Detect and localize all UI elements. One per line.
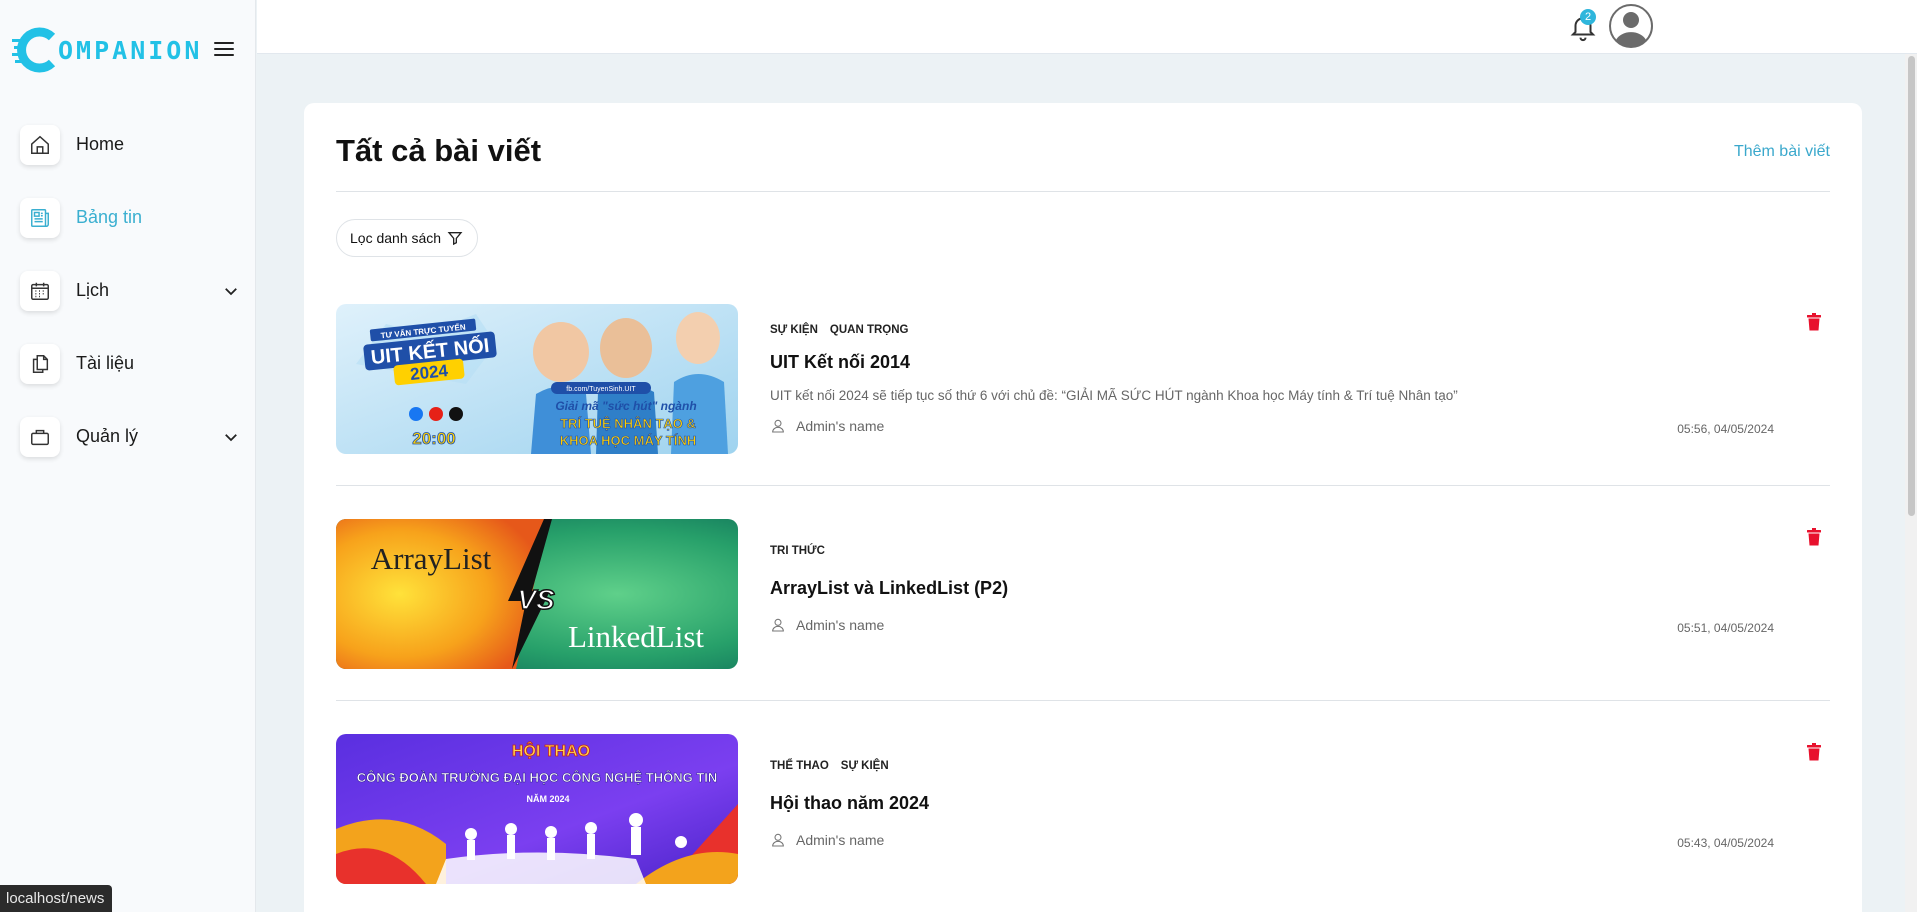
- chevron-down-icon[interactable]: [222, 428, 240, 446]
- documents-icon: [20, 343, 60, 384]
- filter-list-button[interactable]: Lọc danh sách: [336, 219, 479, 257]
- logo-mark-icon: [12, 23, 66, 77]
- sidebar-item-news[interactable]: Bảng tin: [20, 181, 240, 254]
- posts-card: Tất cả bài viết Thêm bài viết Lọc danh s…: [304, 103, 1862, 912]
- scrollbar-thumb[interactable]: [1908, 56, 1915, 516]
- thumb-right-text: LinkedList: [568, 619, 704, 654]
- thumb-bottom-text: NĂM 2024: [526, 794, 569, 804]
- companion-logo[interactable]: OMPANION: [12, 22, 202, 78]
- post-date: 05:56, 04/05/2024: [1677, 422, 1774, 436]
- post-title[interactable]: UIT Kết nối 2014: [770, 352, 910, 373]
- trash-icon[interactable]: [1806, 743, 1822, 761]
- post-tag[interactable]: QUAN TRỌNG: [830, 324, 909, 336]
- banner-year-text: 2024: [409, 361, 449, 384]
- banner-subject2-text: KHOA HỌC MÁY TÍNH: [560, 433, 697, 448]
- author-name: Admin's name: [796, 832, 885, 848]
- avatar[interactable]: [1609, 4, 1653, 48]
- filter-icon: [447, 232, 463, 246]
- post-item: ArrayList VS LinkedList TRI THỨC ArrayLi…: [336, 519, 1830, 671]
- post-title[interactable]: Hội thao năm 2024: [770, 793, 929, 814]
- banner-slogan-text: Giải mã "sức hút" ngành: [555, 399, 696, 413]
- sidebar-item-management[interactable]: Quản lý: [20, 400, 240, 473]
- post-item: TƯ VẤN TRỰC TUYẾN UIT KẾT NỐI 2024 20:00…: [336, 304, 1830, 456]
- post-thumbnail[interactable]: ArrayList VS LinkedList: [336, 519, 738, 669]
- add-post-link[interactable]: Thêm bài viết: [1734, 143, 1830, 161]
- sidebar-item-label: Home: [76, 134, 125, 154]
- post-date: 05:43, 04/05/2024: [1677, 836, 1774, 850]
- divider: [336, 700, 1830, 701]
- post-author: Admin's name: [770, 418, 884, 434]
- post-tag[interactable]: THỂ THAO: [770, 760, 829, 772]
- menu-toggle-icon[interactable]: [212, 38, 236, 60]
- post-tags: THỂ THAO SỰ KIỆN: [770, 760, 889, 772]
- banner-link-text: fb.com/TuyenSinh.UIT: [566, 386, 636, 393]
- top-header: [257, 0, 1917, 54]
- user-icon: [772, 618, 784, 632]
- post-author: Admin's name: [770, 617, 884, 633]
- chevron-down-icon[interactable]: [222, 282, 240, 300]
- post-tag[interactable]: SỰ KIỆN: [841, 760, 889, 772]
- sidebar-item-label: Tài liệu: [76, 353, 135, 373]
- filter-button-label: Lọc danh sách: [350, 230, 442, 246]
- sidebar: OMPANION Home Bảng tin Lịch Tài liệu Quả…: [0, 0, 256, 912]
- banner-time-text: 20:00: [412, 429, 455, 448]
- sidebar-item-home[interactable]: Home: [20, 108, 240, 181]
- divider: [336, 485, 1830, 486]
- page-title: Tất cả bài viết: [336, 133, 542, 168]
- thumb-top-text: HỘI THAO: [512, 741, 590, 760]
- thumb-left-text: ArrayList: [371, 541, 492, 576]
- post-thumbnail[interactable]: TƯ VẤN TRỰC TUYẾN UIT KẾT NỐI 2024 20:00…: [336, 304, 738, 454]
- post-title[interactable]: ArrayList và LinkedList (P2): [770, 578, 1008, 599]
- post-tags: TRI THỨC: [770, 545, 825, 557]
- sidebar-item-label: Bảng tin: [76, 207, 143, 227]
- banner-subject1-text: TRÍ TUỆ NHÂN TẠO &: [560, 416, 696, 431]
- thumb-vs-text: VS: [517, 584, 555, 615]
- sidebar-item-label: Quản lý: [76, 426, 139, 446]
- sidebar-item-documents[interactable]: Tài liệu: [20, 327, 240, 400]
- author-name: Admin's name: [796, 617, 885, 633]
- user-icon: [772, 419, 784, 433]
- logo-text: OMPANION: [58, 35, 203, 65]
- status-bar-url: localhost/news: [0, 885, 113, 912]
- divider: [336, 191, 1830, 192]
- thumb-middle-text: CÔNG ĐOÀN TRƯỜNG ĐẠI HỌC CÔNG NGHỆ THÔNG…: [357, 770, 718, 785]
- briefcase-icon: [20, 416, 60, 457]
- post-date: 05:51, 04/05/2024: [1677, 621, 1774, 635]
- author-name: Admin's name: [796, 418, 885, 434]
- post-description: UIT kết nối 2024 sẽ tiếp tục số thứ 6 vớ…: [770, 388, 1458, 403]
- calendar-icon: [20, 270, 60, 311]
- post-item: HỘI THAO CÔNG ĐOÀN TRƯỜNG ĐẠI HỌC CÔNG N…: [336, 734, 1830, 886]
- post-thumbnail[interactable]: HỘI THAO CÔNG ĐOÀN TRƯỜNG ĐẠI HỌC CÔNG N…: [336, 734, 738, 884]
- user-icon: [772, 833, 784, 847]
- trash-icon[interactable]: [1806, 313, 1822, 331]
- trash-icon[interactable]: [1806, 528, 1822, 546]
- post-tag[interactable]: SỰ KIỆN: [770, 324, 818, 336]
- post-tag[interactable]: TRI THỨC: [770, 545, 825, 557]
- notification-badge: 2: [1580, 9, 1596, 25]
- sidebar-item-calendar[interactable]: Lịch: [20, 254, 240, 327]
- post-tags: SỰ KIỆN QUAN TRỌNG: [770, 324, 908, 336]
- home-icon: [20, 124, 60, 165]
- sidebar-item-label: Lịch: [76, 280, 110, 300]
- sidebar-nav: Home Bảng tin Lịch Tài liệu Quản lý: [20, 108, 240, 473]
- post-author: Admin's name: [770, 832, 884, 848]
- newspaper-icon: [20, 197, 60, 238]
